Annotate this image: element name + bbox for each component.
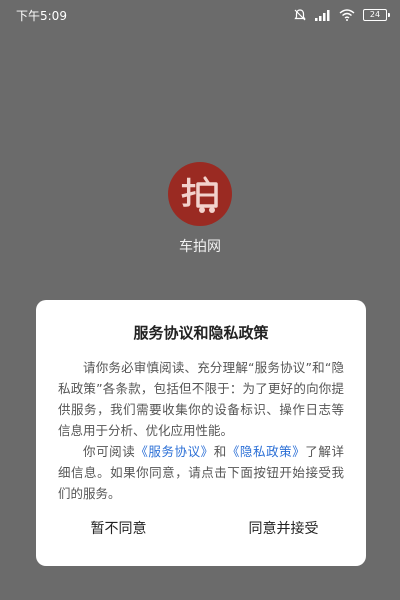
- car-auction-logo-icon: 扌: [180, 176, 218, 213]
- agree-button[interactable]: 同意并接受: [201, 512, 366, 544]
- dialog-actions: 暂不同意 同意并接受: [36, 512, 366, 544]
- no-disturb-icon: [293, 8, 307, 22]
- dialog-paragraph-2: 你可阅读《服务协议》和《隐私政策》了解详细信息。如果你同意，请点击下面按钮开始接…: [58, 441, 344, 504]
- dialog-title: 服务协议和隐私政策: [133, 324, 269, 342]
- dialog-paragraph-1: 请你务必审慎阅读、充分理解“服务协议”和“隐私政策”各条款，包括但不限于：为了更…: [58, 360, 344, 438]
- battery-level: 24: [363, 9, 387, 21]
- status-icons: 24: [293, 8, 390, 22]
- privacy-policy-link[interactable]: 《隐私政策》: [227, 444, 305, 459]
- para2-and: 和: [213, 444, 227, 459]
- disagree-button[interactable]: 暂不同意: [36, 512, 201, 544]
- wifi-icon: [339, 9, 355, 21]
- privacy-dialog: 服务协议和隐私政策 请你务必审慎阅读、充分理解“服务协议”和“隐私政策”各条款，…: [36, 300, 366, 566]
- app-logo: 扌: [168, 162, 232, 226]
- para2-prefix: 你可阅读: [83, 444, 136, 459]
- dialog-body: 请你务必审慎阅读、充分理解“服务协议”和“隐私政策”各条款，包括但不限于：为了更…: [58, 357, 344, 504]
- battery-tip: [388, 13, 390, 17]
- signal-icon: [315, 9, 331, 21]
- app-name: 车拍网: [179, 239, 221, 255]
- status-time: 下午5:09: [16, 8, 67, 23]
- service-agreement-link[interactable]: 《服务协议》: [135, 444, 213, 459]
- status-bar: 下午5:09 24: [0, 0, 400, 30]
- battery-icon: 24: [363, 9, 390, 21]
